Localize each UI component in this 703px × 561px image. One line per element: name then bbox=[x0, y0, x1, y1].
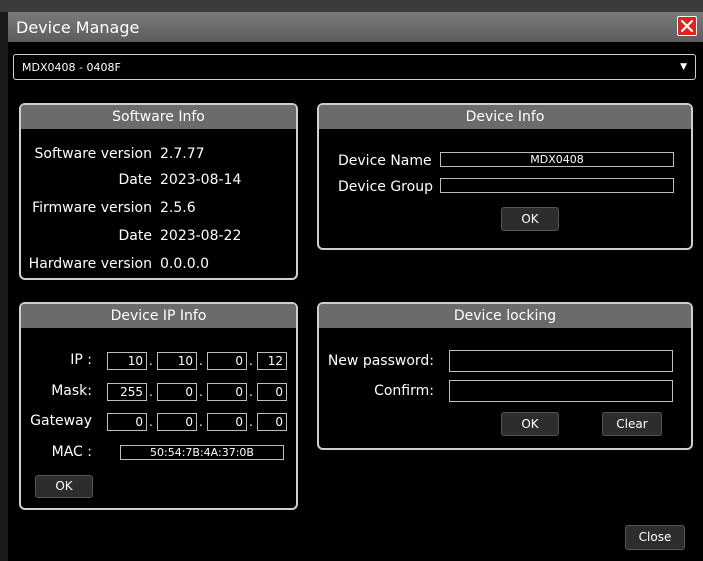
ip-ok-button[interactable]: OK bbox=[35, 475, 93, 498]
background-strip bbox=[0, 0, 703, 12]
hardware-version-value: 0.0.0.0 bbox=[160, 256, 209, 272]
gateway-octet-3[interactable]: 0 bbox=[207, 413, 247, 431]
window-title: Device Manage bbox=[16, 18, 140, 37]
ip-dot-3: . bbox=[249, 354, 253, 368]
gateway-octet-4[interactable]: 0 bbox=[257, 413, 287, 431]
software-date-value: 2023-08-14 bbox=[160, 172, 242, 188]
close-button[interactable]: Close bbox=[625, 525, 685, 550]
device-select-value: MDX0408 - 0408F bbox=[22, 61, 121, 74]
gateway-dot-3: . bbox=[249, 415, 253, 429]
mask-octet-1[interactable]: 255 bbox=[107, 383, 147, 401]
device-info-ok-button[interactable]: OK bbox=[501, 207, 559, 231]
ip-dot-1: . bbox=[149, 354, 153, 368]
mask-octet-4[interactable]: 0 bbox=[257, 383, 287, 401]
new-password-field[interactable] bbox=[449, 350, 673, 372]
ip-octet-4[interactable]: 12 bbox=[257, 352, 287, 370]
ip-dot-2: . bbox=[199, 354, 203, 368]
mask-dot-3: . bbox=[249, 385, 253, 399]
device-group-field[interactable] bbox=[440, 178, 674, 193]
firmware-version-label: Firmware version bbox=[32, 200, 152, 216]
mask-dot-1: . bbox=[149, 385, 153, 399]
device-ip-info-heading: Device IP Info bbox=[21, 304, 296, 328]
gateway-octet-2[interactable]: 0 bbox=[157, 413, 197, 431]
gateway-dot-1: . bbox=[149, 415, 153, 429]
mac-label: MAC : bbox=[51, 444, 92, 460]
clear-button[interactable]: Clear bbox=[602, 412, 662, 436]
device-select[interactable]: MDX0408 - 0408F ▼ bbox=[13, 54, 696, 80]
software-version-label: Software version bbox=[34, 146, 152, 162]
mask-octet-3[interactable]: 0 bbox=[207, 383, 247, 401]
device-group-label: Device Group bbox=[338, 179, 433, 195]
ip-octet-2[interactable]: 10 bbox=[157, 352, 197, 370]
device-name-label: Device Name bbox=[338, 153, 432, 169]
firmware-date-label: Date bbox=[118, 228, 152, 244]
gateway-label: Gateway bbox=[30, 413, 92, 429]
firmware-version-value: 2.5.6 bbox=[160, 200, 196, 216]
locking-ok-button[interactable]: OK bbox=[501, 412, 559, 436]
software-version-value: 2.7.77 bbox=[160, 146, 205, 162]
firmware-date-value: 2023-08-22 bbox=[160, 228, 242, 244]
mac-field[interactable]: 50:54:7B:4A:37:0B bbox=[120, 445, 284, 460]
device-name-field[interactable]: MDX0408 bbox=[440, 152, 674, 167]
ip-label: IP : bbox=[70, 352, 92, 368]
new-password-label: New password: bbox=[327, 353, 434, 369]
mask-octet-2[interactable]: 0 bbox=[157, 383, 197, 401]
hardware-version-label: Hardware version bbox=[28, 256, 152, 272]
device-info-heading: Device Info bbox=[319, 105, 691, 129]
confirm-password-field[interactable] bbox=[449, 380, 673, 402]
software-date-label: Date bbox=[118, 172, 152, 188]
ip-octet-3[interactable]: 0 bbox=[207, 352, 247, 370]
mask-label: Mask: bbox=[51, 383, 92, 399]
software-info-panel: Software Info bbox=[19, 103, 298, 280]
close-window-button[interactable] bbox=[677, 16, 697, 36]
gateway-octet-1[interactable]: 0 bbox=[107, 413, 147, 431]
confirm-label: Confirm: bbox=[374, 383, 434, 399]
close-icon bbox=[680, 19, 694, 33]
device-locking-heading: Device locking bbox=[319, 304, 691, 328]
ip-octet-1[interactable]: 10 bbox=[107, 352, 147, 370]
mask-dot-2: . bbox=[199, 385, 203, 399]
chevron-down-icon: ▼ bbox=[680, 62, 687, 72]
gateway-dot-2: . bbox=[199, 415, 203, 429]
software-info-heading: Software Info bbox=[21, 105, 296, 129]
